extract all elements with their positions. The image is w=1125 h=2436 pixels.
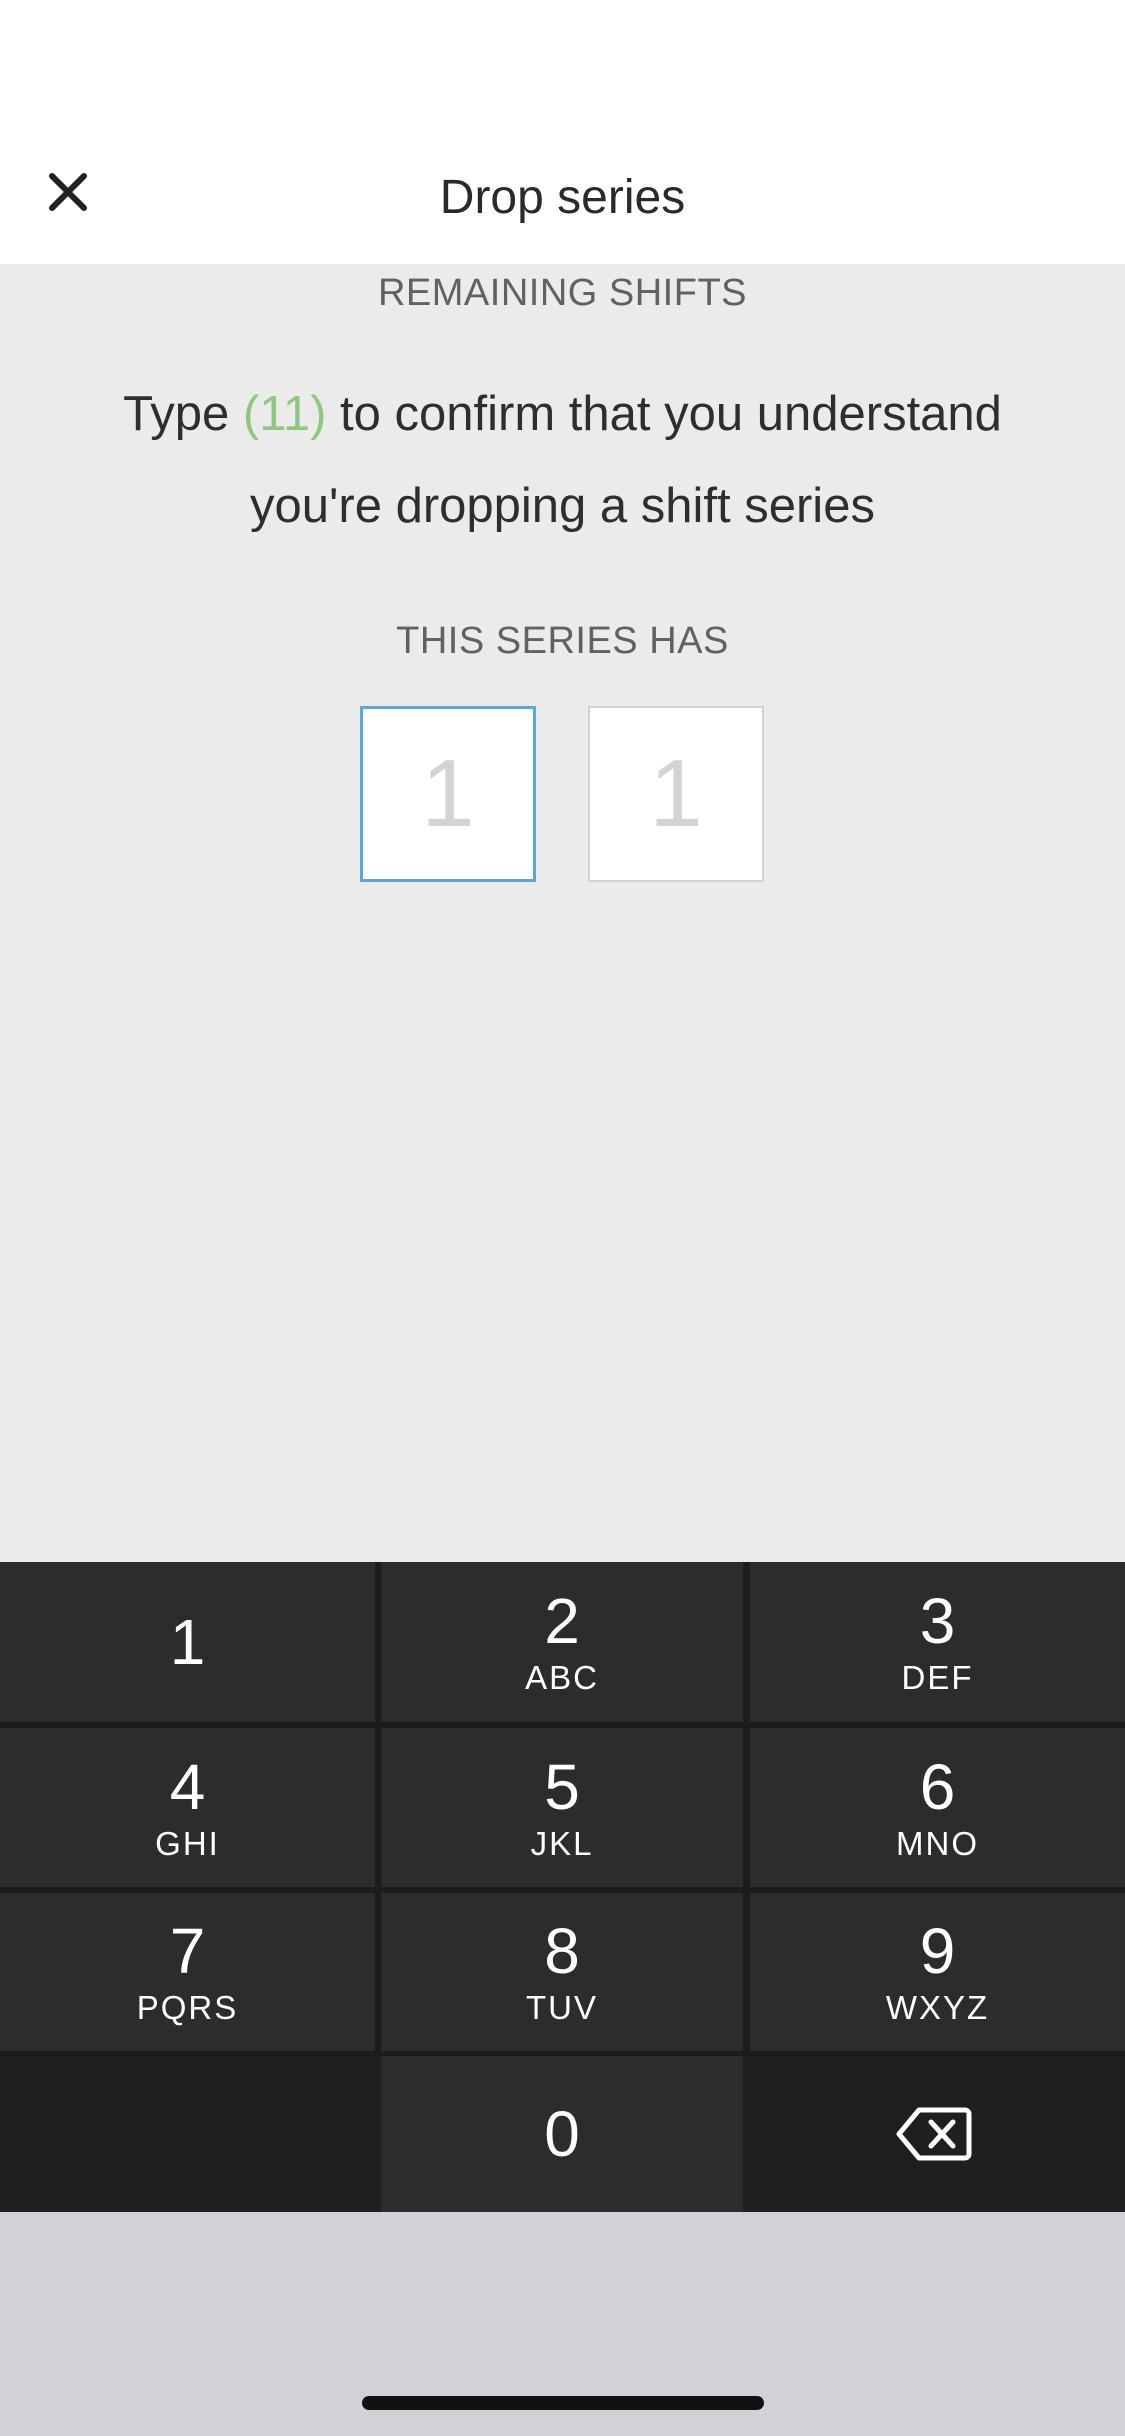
key-number: 3 (919, 1585, 956, 1657)
numeric-keypad: 1 2 ABC 3 DEF 4 GHI 5 JKL 6 MNO 7 PQRS 8… (0, 1562, 1125, 2212)
key-letters: TUV (526, 1989, 598, 2026)
key-2[interactable]: 2 ABC (381, 1562, 743, 1722)
key-letters: ABC (525, 1659, 599, 1696)
home-indicator[interactable] (362, 2396, 764, 2410)
digit-placeholder-1: 1 (421, 740, 475, 847)
key-blank (0, 2056, 381, 2212)
key-letters: JKL (530, 1824, 594, 1862)
key-6[interactable]: 6 MNO (750, 1728, 1125, 1887)
key-7[interactable]: 7 PQRS (0, 1893, 375, 2051)
key-number: 4 (169, 1750, 206, 1823)
page-title: Drop series (439, 171, 686, 224)
key-8[interactable]: 8 TUV (381, 1893, 743, 2051)
remaining-shifts-label: REMAINING SHIFTS (377, 272, 748, 314)
confirm-instructions: Type (11) to confirm that you understand… (60, 368, 1065, 552)
backspace-icon (896, 2107, 972, 2161)
key-letters: WXYZ (885, 1989, 990, 2026)
key-3[interactable]: 3 DEF (750, 1562, 1125, 1722)
key-letters: PQRS (136, 1989, 239, 2026)
key-letters: MNO (896, 1824, 979, 1862)
key-1[interactable]: 1 (0, 1562, 375, 1722)
key-9[interactable]: 9 WXYZ (750, 1893, 1125, 2051)
key-number: 1 (169, 1606, 206, 1678)
key-4[interactable]: 4 GHI (0, 1728, 375, 1887)
digit-placeholder-2: 1 (649, 740, 703, 847)
key-number: 0 (544, 2098, 580, 2170)
key-number: 7 (169, 1915, 206, 1987)
key-number: 2 (544, 1585, 580, 1657)
header-bar: Drop series (0, 0, 1125, 264)
backspace-key[interactable] (743, 2056, 1125, 2212)
key-number: 5 (544, 1750, 580, 1823)
digit-input-2[interactable]: 1 (588, 706, 764, 882)
key-number: 8 (544, 1915, 580, 1987)
key-0[interactable]: 0 (381, 2056, 743, 2212)
key-number: 6 (919, 1750, 956, 1823)
series-has-label: THIS SERIES HAS (396, 620, 729, 662)
confirm-suffix: to confirm that you understand you're dr… (250, 387, 1002, 533)
key-5[interactable]: 5 JKL (381, 1728, 743, 1887)
confirm-prefix: Type (123, 387, 243, 441)
key-letters: DEF (901, 1659, 974, 1696)
confirm-code: (11) (242, 387, 327, 441)
key-number: 9 (919, 1915, 956, 1987)
digit-input-1[interactable]: 1 (360, 706, 536, 882)
key-letters: GHI (155, 1824, 220, 1862)
